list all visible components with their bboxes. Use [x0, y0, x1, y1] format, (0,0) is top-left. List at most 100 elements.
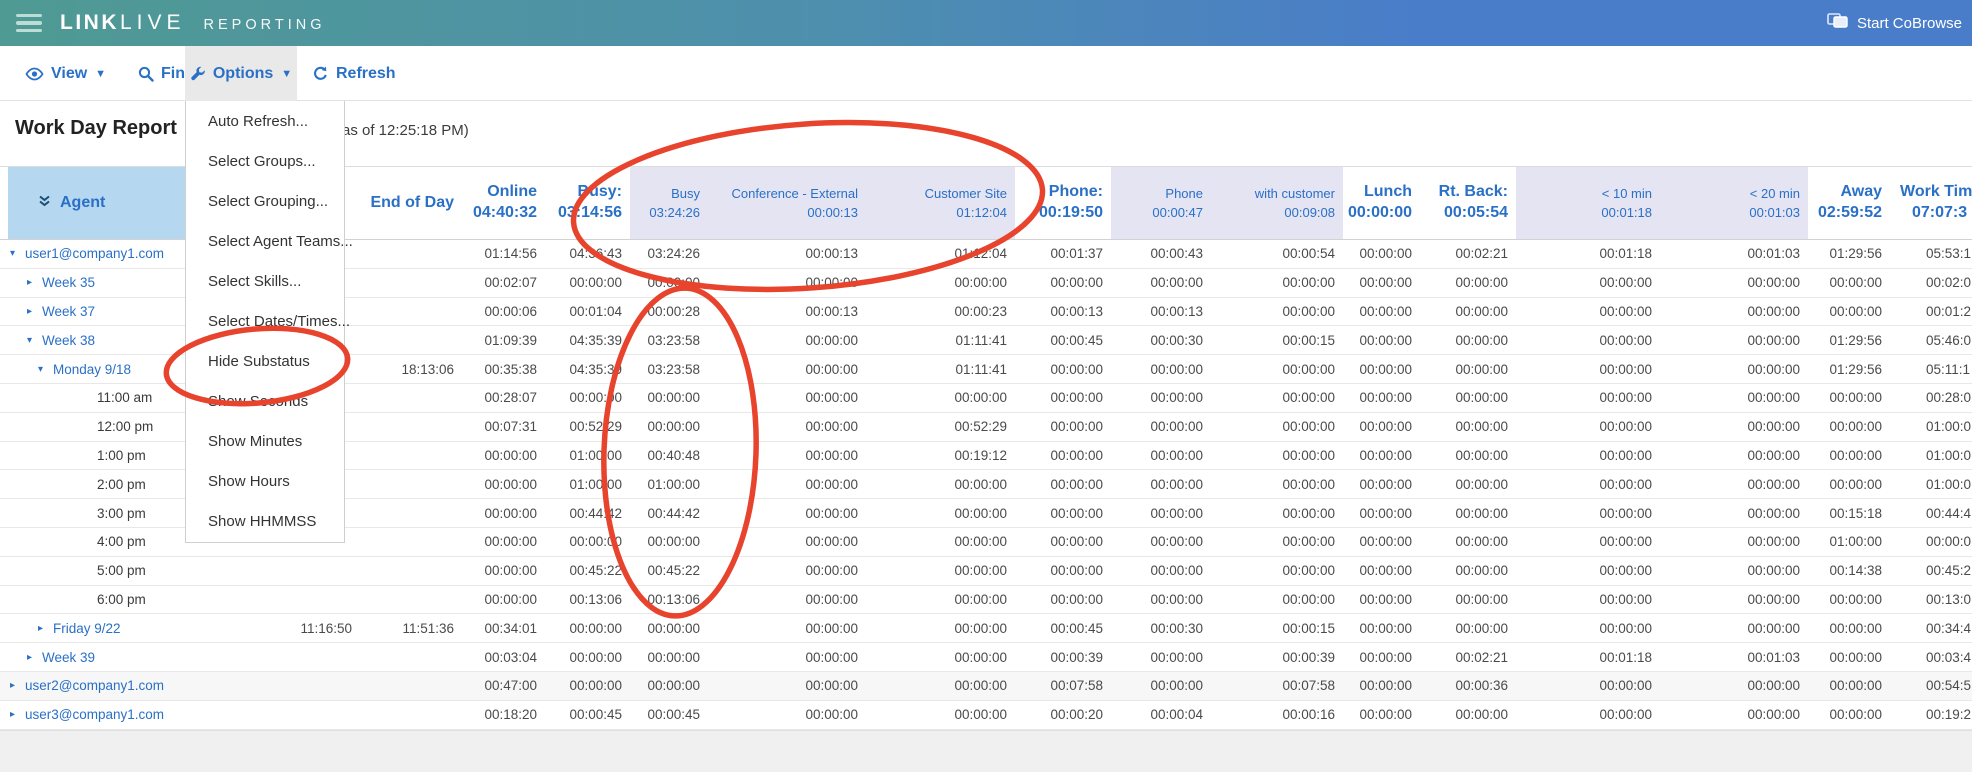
column-header-customer-site[interactable]: Customer Site01:12:04: [866, 167, 1015, 239]
value-cell: 00:07:58: [1015, 678, 1111, 693]
column-header-phone[interactable]: Phone00:00:47: [1111, 167, 1211, 239]
value-cell: 00:00:00: [1343, 477, 1420, 492]
column-header-work-tim[interactable]: Work Tim07:07:3: [1890, 167, 1972, 239]
row-label[interactable]: Week 39: [42, 650, 95, 665]
value-cell: 00:00:00: [1111, 448, 1211, 463]
value-cell: 00:03:4: [1890, 650, 1972, 665]
value-cell: 00:00:00: [866, 563, 1015, 578]
row-label: 1:00 pm: [97, 448, 146, 463]
row-label[interactable]: Friday 9/22: [53, 621, 121, 636]
value-cell: 00:00:00: [1808, 448, 1890, 463]
value-cell: 00:00:00: [1660, 275, 1808, 290]
start-cobrowse-button[interactable]: Start CoBrowse: [1827, 13, 1962, 33]
value-cell: 00:00:20: [1015, 707, 1111, 722]
menu-item-select-groups[interactable]: Select Groups...: [186, 141, 344, 181]
value-cell: 00:00:00: [1660, 707, 1808, 722]
value-cell: 00:00:00: [1015, 362, 1111, 377]
value-cell: 00:00:00: [1343, 506, 1420, 521]
column-header-online[interactable]: Online04:40:32: [462, 167, 545, 239]
menu-item-select-skills[interactable]: Select Skills...: [186, 261, 344, 301]
value-cell: 00:00:45: [545, 707, 630, 722]
value-cell: 00:14:38: [1808, 563, 1890, 578]
column-header-rt-back[interactable]: Rt. Back:00:05:54: [1420, 167, 1516, 239]
eye-icon: [25, 67, 44, 81]
menu-item-show-hhmmss[interactable]: Show HHMMSS: [186, 502, 344, 542]
view-button[interactable]: View ▼: [13, 46, 118, 101]
column-total: 03:14:56: [558, 202, 622, 224]
value-cell: 00:00:00: [1660, 621, 1808, 636]
row-label[interactable]: user1@company1.com: [25, 246, 164, 261]
row-label[interactable]: Week 35: [42, 275, 95, 290]
column-header-phone[interactable]: Phone:00:19:50: [1015, 167, 1111, 239]
menu-item-select-agent-teams[interactable]: Select Agent Teams...: [186, 221, 344, 261]
column-header-lunch[interactable]: Lunch00:00:00: [1343, 167, 1420, 239]
expand-caret-icon[interactable]: ▸: [38, 623, 53, 634]
expand-caret-icon[interactable]: ▸: [27, 306, 42, 317]
value-cell: 00:00:00: [1516, 362, 1660, 377]
collapse-caret-icon[interactable]: ▾: [10, 248, 25, 259]
expand-caret-icon[interactable]: ▸: [10, 709, 25, 720]
column-label: Customer Site: [925, 184, 1007, 203]
column-header-20-min[interactable]: < 20 min00:01:03: [1660, 167, 1808, 239]
row-label[interactable]: Monday 9/18: [53, 362, 131, 377]
value-cell: 00:00:00: [1660, 534, 1808, 549]
column-header-end-of-day[interactable]: End of Day: [360, 167, 462, 239]
value-cell: 00:34:01: [462, 621, 545, 636]
value-cell: 00:00:00: [1211, 304, 1343, 319]
value-cell: 00:00:00: [1343, 707, 1420, 722]
value-cell: 00:00:00: [630, 275, 708, 290]
column-header-10-min[interactable]: < 10 min00:01:18: [1516, 167, 1660, 239]
menu-item-hide-substatus[interactable]: Hide Substatus: [186, 342, 344, 382]
menu-item-show-hours[interactable]: Show Hours: [186, 462, 344, 502]
row-label[interactable]: user2@company1.com: [25, 678, 164, 693]
row-label[interactable]: Week 38: [42, 333, 95, 348]
expand-caret-icon[interactable]: ▸: [27, 652, 42, 663]
value-cell: 00:00:00: [630, 650, 708, 665]
value-cell: 04:35:39: [545, 333, 630, 348]
value-cell: 00:00:00: [630, 534, 708, 549]
refresh-button[interactable]: Refresh: [300, 46, 408, 101]
value-cell: 00:00:00: [708, 419, 866, 434]
value-cell: 00:02:21: [1420, 650, 1516, 665]
value-cell: 00:00:00: [1111, 419, 1211, 434]
menu-item-show-seconds[interactable]: Show Seconds: [186, 382, 344, 422]
value-cell: 01:00:00: [545, 477, 630, 492]
expand-caret-icon[interactable]: ▸: [10, 680, 25, 691]
row-label[interactable]: Week 37: [42, 304, 95, 319]
menu-item-select-grouping[interactable]: Select Grouping...: [186, 181, 344, 221]
value-cell: 00:13:06: [630, 592, 708, 607]
row-label[interactable]: user3@company1.com: [25, 707, 164, 722]
table-row: 6:00 pm00:00:0000:13:0600:13:0600:00:000…: [0, 586, 1972, 615]
hamburger-menu-icon[interactable]: [16, 14, 42, 32]
value-cell: 01:29:56: [1808, 362, 1890, 377]
collapse-caret-icon[interactable]: ▾: [38, 364, 53, 375]
collapse-caret-icon[interactable]: ▾: [27, 335, 42, 346]
column-header-away[interactable]: Away02:59:52: [1808, 167, 1890, 239]
value-cell: 01:11:41: [866, 362, 1015, 377]
column-header-with-customer[interactable]: with customer00:09:08: [1211, 167, 1343, 239]
value-cell: 00:00:00: [1015, 506, 1111, 521]
value-cell: 00:00:00: [462, 506, 545, 521]
value-cell: 03:24:26: [630, 246, 708, 261]
options-button[interactable]: Options ▼: [185, 46, 297, 101]
value-cell: 00:00:00: [1015, 419, 1111, 434]
menu-item-show-minutes[interactable]: Show Minutes: [186, 422, 344, 462]
tree-cell: ▸Friday 9/22: [0, 621, 240, 636]
value-cell: 00:00:00: [1808, 304, 1890, 319]
value-cell: 00:00:00: [545, 534, 630, 549]
menu-item-auto-refresh[interactable]: Auto Refresh...: [186, 101, 344, 141]
column-label: Rt. Back:: [1439, 182, 1508, 202]
expand-caret-icon[interactable]: ▸: [27, 277, 42, 288]
value-cell: 05:11:1: [1890, 362, 1972, 377]
row-label: 11:00 am: [97, 390, 152, 405]
menu-item-select-dates-times[interactable]: Select Dates/Times...: [186, 301, 344, 341]
value-cell: 00:07:31: [462, 419, 545, 434]
value-cell: 00:00:15: [1211, 333, 1343, 348]
value-cell: 00:00:00: [1211, 506, 1343, 521]
column-header-busy[interactable]: Busy:03:14:56: [545, 167, 630, 239]
column-header-busy[interactable]: Busy03:24:26: [630, 167, 708, 239]
value-cell: 00:00:00: [708, 477, 866, 492]
value-cell: 00:00:00: [1420, 448, 1516, 463]
column-label: < 10 min: [1602, 184, 1652, 203]
column-header-conference-external[interactable]: Conference - External00:00:13: [708, 167, 866, 239]
